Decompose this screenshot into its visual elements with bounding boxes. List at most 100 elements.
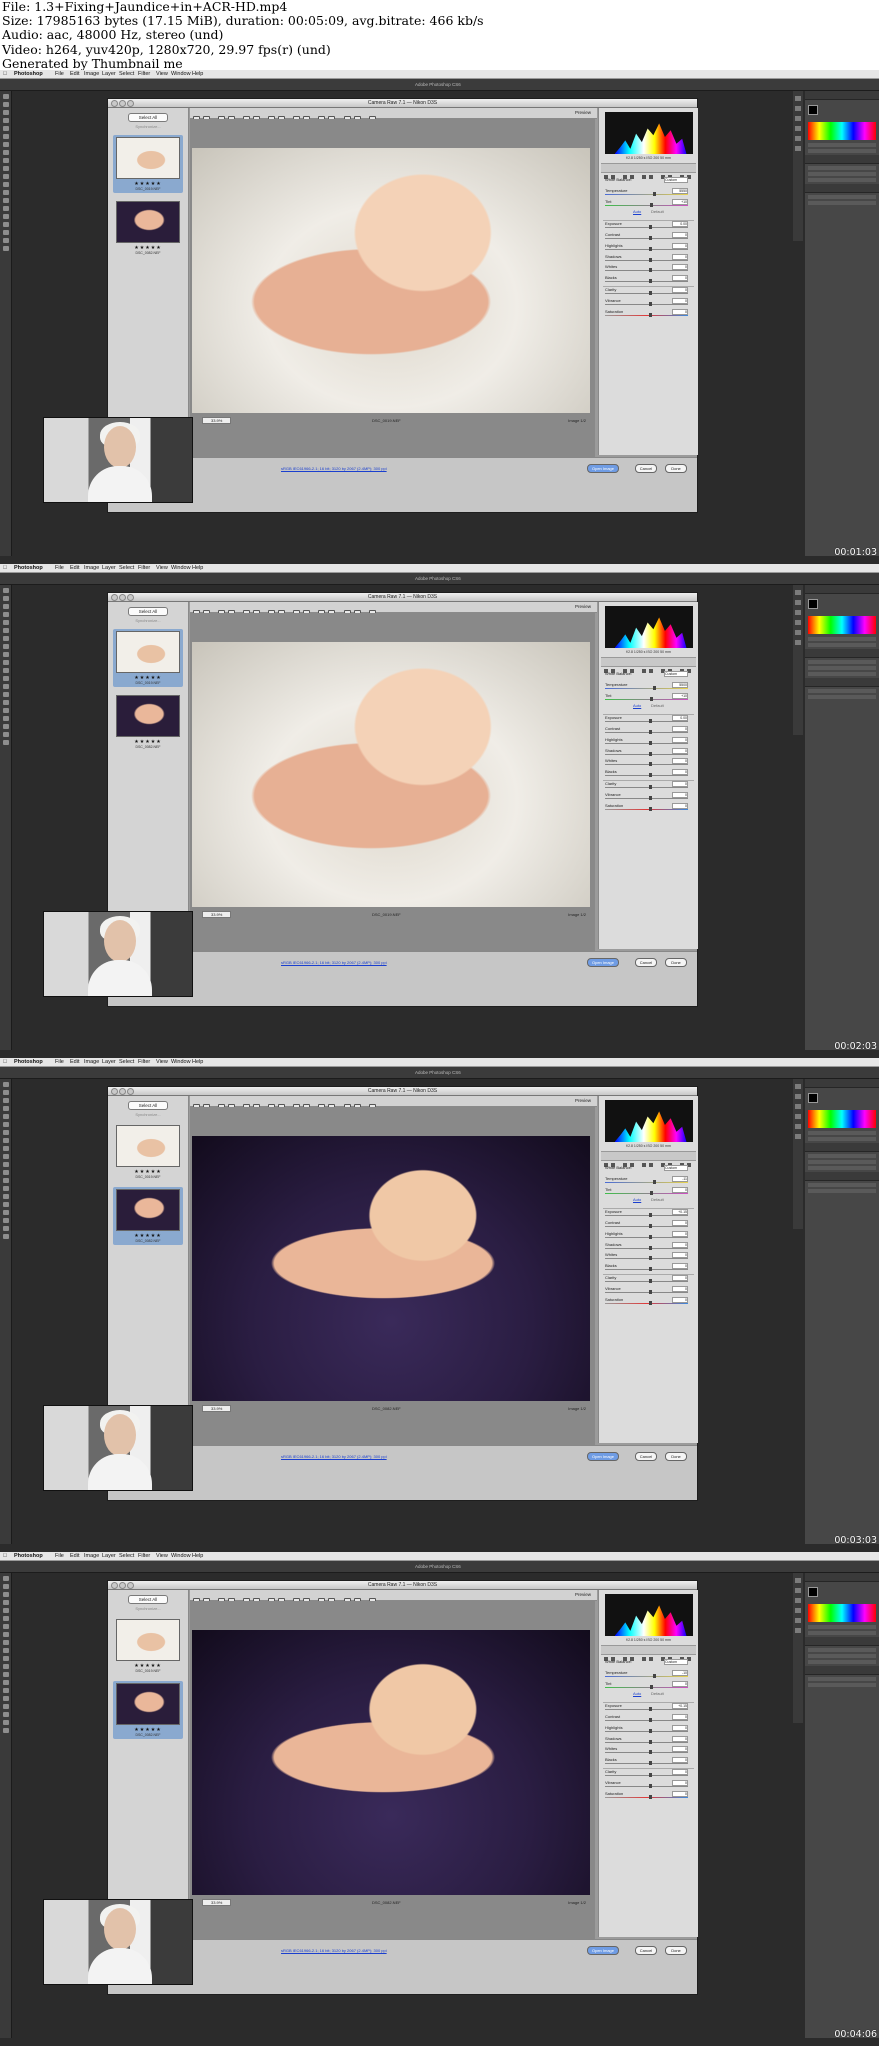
slider-knob[interactable] — [650, 202, 654, 207]
select-all-button[interactable]: Select All — [128, 113, 168, 122]
menu-layer[interactable]: Layer — [102, 1552, 116, 1560]
contrast-slider[interactable]: Contrast 0 — [603, 1219, 694, 1231]
apple-icon[interactable]:  — [3, 1058, 7, 1066]
white-balance-select[interactable]: Custom — [664, 671, 688, 677]
tint-slider[interactable]: Tint 0 — [603, 1186, 694, 1198]
whites-slider[interactable]: Whites 0 — [603, 1252, 694, 1263]
slider-knob[interactable] — [648, 729, 652, 734]
menu-window[interactable]: Window — [171, 564, 191, 572]
cancel-button[interactable]: Cancel — [635, 1946, 657, 1955]
tint-slider[interactable]: Tint +10 — [603, 198, 694, 210]
white-balance-row[interactable]: White Balance: Custom — [603, 1165, 694, 1176]
actions-panel-icon[interactable] — [795, 1094, 801, 1099]
path-select-icon[interactable] — [2, 716, 9, 721]
tint-slider[interactable]: Tint +10 — [603, 692, 694, 704]
crop-tool-icon[interactable] — [2, 1608, 9, 1613]
type-tool-icon[interactable] — [2, 214, 9, 219]
vibrance-slider[interactable]: Vibrance 0 — [603, 1779, 694, 1791]
actions-panel-icon[interactable] — [795, 106, 801, 111]
slider-knob[interactable] — [648, 1707, 652, 1712]
zoom-tool-icon[interactable] — [2, 1728, 9, 1733]
slider-knob[interactable] — [648, 1245, 652, 1250]
done-button[interactable]: Done — [665, 958, 687, 967]
slider-knob[interactable] — [648, 1267, 652, 1272]
synchronize-button[interactable]: Synchronize... — [108, 1112, 188, 1117]
marquee-tool-icon[interactable] — [2, 1584, 9, 1589]
blacks-slider[interactable]: Blacks 0 — [603, 1263, 694, 1274]
para-panel-icon[interactable] — [795, 630, 801, 635]
shape-tool-icon[interactable] — [2, 724, 9, 729]
menu-edit[interactable]: Edit — [70, 1058, 79, 1066]
path-select-icon[interactable] — [2, 222, 9, 227]
slider-knob[interactable] — [648, 257, 652, 262]
minimize-icon[interactable] — [119, 1088, 126, 1095]
crop-tool-icon[interactable] — [2, 1114, 9, 1119]
highlights-slider[interactable]: Highlights 0 — [603, 736, 694, 748]
eraser-tool-icon[interactable] — [2, 174, 9, 179]
menu-file[interactable]: File — [55, 1552, 64, 1560]
blur-tool-icon[interactable] — [2, 684, 9, 689]
menu-layer[interactable]: Layer — [102, 564, 116, 572]
foreground-swatch[interactable] — [808, 599, 818, 609]
menu-filter[interactable]: Filter — [138, 1058, 150, 1066]
slider-knob[interactable] — [650, 696, 654, 701]
vibrance-slider[interactable]: Vibrance 0 — [603, 297, 694, 309]
select-all-button[interactable]: Select All — [128, 607, 168, 616]
slider-knob[interactable] — [653, 685, 657, 690]
slider-knob[interactable] — [648, 1739, 652, 1744]
slider-knob[interactable] — [648, 235, 652, 240]
shadows-slider[interactable]: Shadows 0 — [603, 747, 694, 759]
open-image-button[interactable]: Open Image — [587, 958, 619, 967]
slider-knob[interactable] — [650, 1684, 654, 1689]
thumbnail-2[interactable]: ★★★★★ DSC_0082.NEF — [113, 199, 183, 257]
type-tool-icon[interactable] — [2, 708, 9, 713]
menu-file[interactable]: File — [55, 1058, 64, 1066]
clarity-slider[interactable]: Clarity 0 — [603, 779, 694, 792]
shape-tool-icon[interactable] — [2, 230, 9, 235]
blacks-slider[interactable]: Blacks 0 — [603, 769, 694, 780]
menu-window[interactable]: Window — [171, 1552, 191, 1560]
slider-knob[interactable] — [648, 225, 652, 230]
zoom-tool-icon[interactable] — [2, 1234, 9, 1239]
menu-image[interactable]: Image — [84, 1552, 99, 1560]
whites-slider[interactable]: Whites 0 — [603, 1746, 694, 1757]
para-panel-icon[interactable] — [795, 1124, 801, 1129]
synchronize-button[interactable]: Synchronize... — [108, 124, 188, 129]
menu-select[interactable]: Select — [119, 564, 134, 572]
photo-preview[interactable] — [192, 148, 590, 413]
thumbnail-1[interactable]: ★★★★★ DSC_0019.NEF — [113, 629, 183, 687]
shadows-slider[interactable]: Shadows 0 — [603, 253, 694, 265]
lasso-tool-icon[interactable] — [2, 110, 9, 115]
brush-panel-icon[interactable] — [795, 610, 801, 615]
open-image-button[interactable]: Open Image — [587, 464, 619, 473]
foreground-swatch[interactable] — [808, 1093, 818, 1103]
shape-tool-icon[interactable] — [2, 1218, 9, 1223]
healing-tool-icon[interactable] — [2, 636, 9, 641]
synchronize-button[interactable]: Synchronize... — [108, 618, 188, 623]
slider-knob[interactable] — [648, 784, 652, 789]
highlights-slider[interactable]: Highlights 0 — [603, 1230, 694, 1242]
slider-knob[interactable] — [648, 279, 652, 284]
shadows-slider[interactable]: Shadows 0 — [603, 1735, 694, 1747]
layers-tabs[interactable] — [805, 184, 879, 193]
gradient-tool-icon[interactable] — [2, 1664, 9, 1669]
workflow-options-link[interactable]: sRGB IEC61966-2.1; 16 bit; 3120 by 2067 … — [281, 1948, 387, 1953]
type-tool-icon[interactable] — [2, 1696, 9, 1701]
menu-file[interactable]: File — [55, 564, 64, 572]
slider-knob[interactable] — [648, 1750, 652, 1755]
healing-tool-icon[interactable] — [2, 1624, 9, 1629]
workflow-options-link[interactable]: sRGB IEC61966-2.1; 16 bit; 3120 by 2067 … — [281, 1454, 387, 1459]
crop-tool-icon[interactable] — [2, 126, 9, 131]
cancel-button[interactable]: Cancel — [635, 464, 657, 473]
gradient-tool-icon[interactable] — [2, 676, 9, 681]
slider-knob[interactable] — [648, 740, 652, 745]
slider-knob[interactable] — [650, 1190, 654, 1195]
hand-tool-icon[interactable] — [2, 1226, 9, 1231]
char-panel-icon[interactable] — [795, 620, 801, 625]
brush-panel-icon[interactable] — [795, 116, 801, 121]
white-balance-row[interactable]: White Balance: Custom — [603, 177, 694, 188]
gradient-tool-icon[interactable] — [2, 182, 9, 187]
select-all-button[interactable]: Select All — [128, 1595, 168, 1604]
brush-tool-icon[interactable] — [2, 644, 9, 649]
select-all-button[interactable]: Select All — [128, 1101, 168, 1110]
